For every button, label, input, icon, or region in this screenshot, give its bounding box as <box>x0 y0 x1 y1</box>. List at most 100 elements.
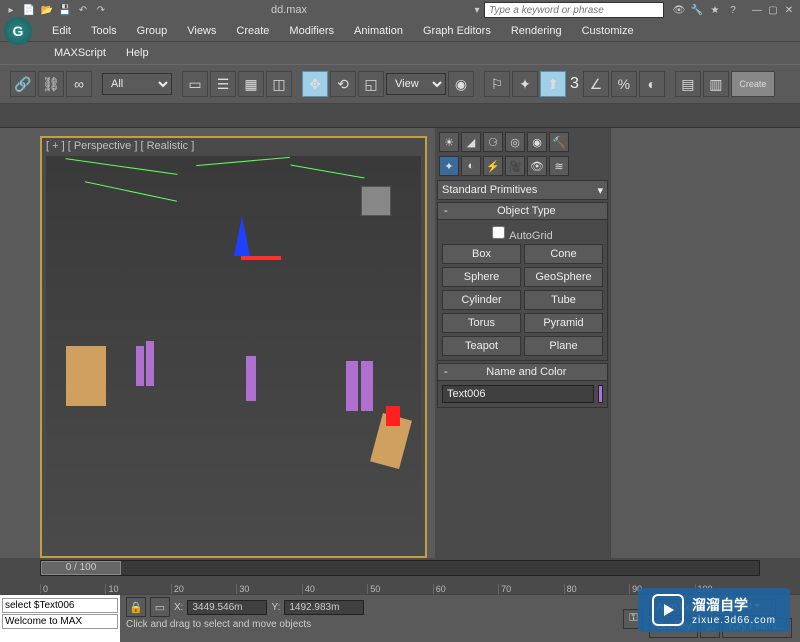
tick: 0 <box>40 584 105 594</box>
pyramid-button[interactable]: Pyramid <box>524 313 603 333</box>
rollout-toggle-icon[interactable]: - <box>444 205 448 217</box>
plane-button[interactable]: Plane <box>524 336 603 356</box>
rectangle-region-icon[interactable]: ▦ <box>238 71 264 97</box>
hammer-icon[interactable]: 🔨 <box>549 132 569 152</box>
maximize-icon[interactable]: ▢ <box>766 3 780 17</box>
scene-3d <box>46 156 421 552</box>
category-dropdown-label: Standard Primitives <box>442 184 537 196</box>
manipulate-icon[interactable]: ⚐ <box>484 71 510 97</box>
percent-snap-icon[interactable]: % <box>611 71 637 97</box>
timeline: 0 / 100 <box>0 558 800 578</box>
menu-views[interactable]: Views <box>177 21 226 41</box>
open-icon[interactable]: 📂 <box>40 3 54 17</box>
rotate-icon[interactable]: ⟲ <box>330 71 356 97</box>
named-selection-icon[interactable]: ▤ <box>675 71 701 97</box>
window-crossing-icon[interactable]: ◫ <box>266 71 292 97</box>
gizmo-z-axis <box>234 216 250 256</box>
render-setup-icon[interactable]: ◎ <box>505 132 525 152</box>
play-icon <box>652 594 684 626</box>
menu-grapheditors[interactable]: Graph Editors <box>413 21 501 41</box>
search-input[interactable] <box>484 2 664 18</box>
autogrid-label: AutoGrid <box>509 230 552 242</box>
exposure-icon[interactable]: ◢ <box>461 132 481 152</box>
menu-tools[interactable]: Tools <box>81 21 127 41</box>
maxscript-listener[interactable]: select $Text006 Welcome to MAX <box>0 595 120 642</box>
display-tab-icon[interactable]: 👁 <box>527 156 547 176</box>
select-by-name-icon[interactable]: ☰ <box>210 71 236 97</box>
chevron-down-icon[interactable]: ▾ <box>470 3 484 17</box>
watermark: 溜溜自学 zixue.3d66.com <box>638 588 790 632</box>
torus-button[interactable]: Torus <box>442 313 521 333</box>
time-slider-handle[interactable]: 0 / 100 <box>41 561 121 575</box>
undo-icon[interactable]: ↶ <box>76 3 90 17</box>
object-color-swatch[interactable] <box>598 385 603 403</box>
star-icon[interactable]: ★ <box>708 3 722 17</box>
menu-help[interactable]: Help <box>116 43 159 63</box>
bind-icon[interactable]: ∞ <box>66 71 92 97</box>
menu-animation[interactable]: Animation <box>344 21 413 41</box>
hierachy-icon[interactable]: ⚆ <box>483 132 503 152</box>
y-coord[interactable]: 1492.983m <box>284 600 364 615</box>
teapot-button[interactable]: Teapot <box>442 336 521 356</box>
viewport-label[interactable]: [ + ] [ Perspective ] [ Realistic ] <box>46 140 194 152</box>
tube-button[interactable]: Tube <box>524 290 603 310</box>
snap-toggle-icon[interactable]: ⬆ <box>540 71 566 97</box>
render-frame-icon[interactable]: ◉ <box>527 132 547 152</box>
time-slider[interactable]: 0 / 100 <box>40 560 760 576</box>
menu-maxscript[interactable]: MAXScript <box>44 43 116 63</box>
spinner-snap-icon[interactable]: ◐ <box>639 71 665 97</box>
help-icon[interactable]: ? <box>726 3 740 17</box>
menu-group[interactable]: Group <box>127 21 178 41</box>
binoculars-icon[interactable]: 👁 <box>672 3 686 17</box>
mirror-icon[interactable]: ▥ <box>703 71 729 97</box>
close-icon[interactable]: ✕ <box>782 3 796 17</box>
create-tab-icon[interactable]: ✦ <box>439 156 459 176</box>
cylinder-button[interactable]: Cylinder <box>442 290 521 310</box>
menu-create[interactable]: Create <box>226 21 279 41</box>
x-coord[interactable]: 3449.546m <box>187 600 267 615</box>
scale-icon[interactable]: ◱ <box>358 71 384 97</box>
light-icon[interactable]: ☀ <box>439 132 459 152</box>
autogrid-checkbox[interactable] <box>492 226 505 239</box>
tick: 70 <box>498 584 563 594</box>
menu-edit[interactable]: Edit <box>42 21 81 41</box>
new-icon[interactable]: 📄 <box>22 3 36 17</box>
name-color-header: Name and Color <box>452 366 601 378</box>
box-button[interactable]: Box <box>442 244 521 264</box>
select-icon[interactable]: ▭ <box>182 71 208 97</box>
unlink-icon[interactable]: ⛓ <box>38 71 64 97</box>
move-icon[interactable]: ✥ <box>302 71 328 97</box>
right-panel <box>610 128 800 558</box>
minimize-icon[interactable]: — <box>750 3 764 17</box>
reference-coord-combo[interactable]: View <box>386 73 446 95</box>
menu-modifiers[interactable]: Modifiers <box>279 21 344 41</box>
chevron-down-icon: ▾ <box>597 184 603 197</box>
create-selection-button[interactable]: Create <box>731 71 775 97</box>
selection-filter-combo[interactable]: All <box>102 73 172 95</box>
selection-lock-icon[interactable]: ▭ <box>150 597 170 617</box>
pivot-icon[interactable]: ◉ <box>448 71 474 97</box>
application-menu-icon[interactable]: ▸ <box>4 3 18 17</box>
viewport[interactable]: [ + ] [ Perspective ] [ Realistic ] <box>40 136 427 558</box>
link-icon[interactable]: 🔗 <box>10 71 36 97</box>
object-name-input[interactable] <box>442 385 594 403</box>
geosphere-button[interactable]: GeoSphere <box>524 267 603 287</box>
modify-tab-icon[interactable]: ◐ <box>461 156 481 176</box>
save-icon[interactable]: 💾 <box>58 3 72 17</box>
rollout-toggle-icon[interactable]: - <box>444 366 448 378</box>
redo-icon[interactable]: ↷ <box>94 3 108 17</box>
menu-rendering[interactable]: Rendering <box>501 21 572 41</box>
app-logo-icon[interactable]: G <box>4 17 32 45</box>
motion-tab-icon[interactable]: 🎥 <box>505 156 525 176</box>
angle-snap-icon[interactable]: ∠ <box>583 71 609 97</box>
hierarchy-tab-icon[interactable]: ⚡ <box>483 156 503 176</box>
category-dropdown[interactable]: Standard Primitives ▾ <box>437 180 608 200</box>
lock-icon[interactable]: 🔒 <box>126 597 146 617</box>
cone-button[interactable]: Cone <box>524 244 603 264</box>
utilities-tab-icon[interactable]: ≋ <box>549 156 569 176</box>
tick: 20 <box>171 584 236 594</box>
keyboard-shortcut-icon[interactable]: ✦ <box>512 71 538 97</box>
menu-customize[interactable]: Customize <box>572 21 644 41</box>
sphere-button[interactable]: Sphere <box>442 267 521 287</box>
wrench-icon[interactable]: 🔧 <box>690 3 704 17</box>
